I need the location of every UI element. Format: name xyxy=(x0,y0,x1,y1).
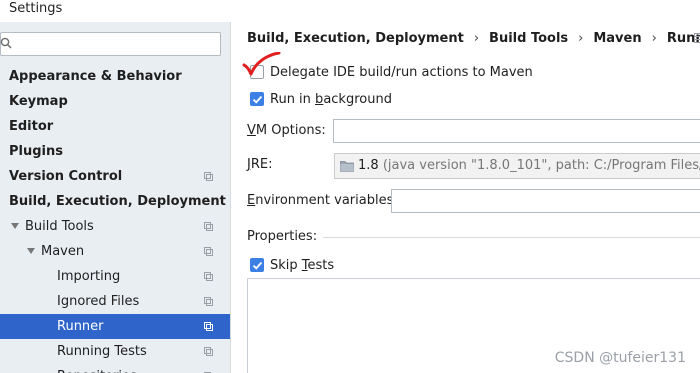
sidebar-item[interactable]: Importing xyxy=(0,264,230,289)
breadcrumb-separator-icon: › xyxy=(578,31,584,46)
settings-sidebar: Appearance & Behavior Keymap Editor Plugins… xyxy=(0,22,231,373)
sidebar-item-label: Repositories xyxy=(57,364,137,373)
skip-tests-label: Skip Tests xyxy=(270,258,335,273)
search-icon xyxy=(0,37,12,49)
sidebar-item[interactable]: Keymap xyxy=(0,89,230,114)
sidebar-item[interactable]: Runner xyxy=(0,314,230,339)
copy-icon[interactable] xyxy=(694,32,700,44)
environment-variables-input[interactable] xyxy=(391,189,700,213)
sidebar-item[interactable]: Build, Execution, Deployment xyxy=(0,189,230,214)
breadcrumb-item[interactable]: Maven xyxy=(593,31,641,46)
sidebar-item-label: Keymap xyxy=(9,94,68,109)
breadcrumb-item[interactable]: Build Tools xyxy=(489,31,568,46)
window-title: Settings xyxy=(9,1,63,16)
project-scope-icon xyxy=(204,172,213,181)
jre-select[interactable]: 1.8 (java version "1.8.0_101", path: C:/… xyxy=(334,153,700,179)
sidebar-item-label: Build, Execution, Deployment xyxy=(9,194,226,209)
sidebar-item-label: Plugins xyxy=(9,144,63,159)
vm-options-label: VM Options: xyxy=(247,123,326,138)
project-scope-icon xyxy=(204,347,213,356)
vm-options-row: VM Options: xyxy=(247,119,700,143)
jre-row: JRE: 1.8 (java version "1.8.0_101", path… xyxy=(247,153,700,179)
breadcrumb-separator-icon: › xyxy=(473,31,480,46)
red-checkmark-annotation xyxy=(242,52,281,76)
run-in-background-label: Run in background xyxy=(270,92,392,107)
sidebar-item[interactable]: Maven xyxy=(0,239,230,264)
project-scope-icon xyxy=(204,247,213,256)
sidebar-item[interactable]: Build Tools xyxy=(0,214,230,239)
project-scope-icon xyxy=(204,322,213,331)
expand-arrow-icon[interactable] xyxy=(11,223,19,229)
sidebar-item-label: Build Tools xyxy=(25,219,94,234)
sidebar-item-label: Running Tests xyxy=(57,344,147,359)
run-in-background-checkbox-box[interactable] xyxy=(250,92,264,106)
project-scope-icon xyxy=(204,222,213,231)
jre-label: JRE: xyxy=(247,157,273,172)
sidebar-item-label: Maven xyxy=(41,244,85,259)
title-bar: Settings xyxy=(0,0,700,22)
search-input[interactable] xyxy=(0,32,221,56)
environment-variables-row: Environment variables: xyxy=(247,189,700,213)
settings-tree: Appearance & Behavior Keymap Editor Plugins… xyxy=(0,64,230,373)
project-scope-icon xyxy=(204,297,213,306)
breadcrumb-separator-icon: › xyxy=(651,31,657,46)
properties-label: Properties: xyxy=(247,228,324,246)
folder-icon xyxy=(340,161,354,172)
skip-tests-checkbox-box[interactable] xyxy=(250,258,264,272)
breadcrumb: Build, Execution, Deployment › Build Tools… xyxy=(247,30,700,48)
sidebar-item[interactable]: Editor xyxy=(0,114,230,139)
vm-options-input[interactable] xyxy=(333,119,700,143)
runner-panel: Build, Execution, Deployment › Build Tools… xyxy=(231,22,700,373)
sidebar-item-label: Runner xyxy=(57,319,104,334)
sidebar-item[interactable]: Version Control xyxy=(0,164,230,189)
delegate-build-label: Delegate IDE build/run actions to Maven xyxy=(270,65,533,80)
environment-variables-label: Environment variables: xyxy=(247,193,398,208)
properties-section: Properties: xyxy=(247,228,700,246)
sidebar-item-label: Version Control xyxy=(9,169,123,184)
sidebar-item-label: Ignored Files xyxy=(57,294,140,309)
expand-arrow-icon[interactable] xyxy=(27,248,35,254)
sidebar-item[interactable]: Appearance & Behavior xyxy=(0,64,230,89)
sidebar-item[interactable]: Repositories xyxy=(0,364,230,373)
properties-divider xyxy=(315,237,700,238)
breadcrumb-item[interactable]: Build, Execution, Deployment xyxy=(247,31,464,46)
sidebar-item[interactable]: Running Tests xyxy=(0,339,230,364)
sidebar-item[interactable]: Ignored Files xyxy=(0,289,230,314)
sidebar-item-label: Appearance & Behavior xyxy=(9,69,182,84)
project-scope-icon xyxy=(204,272,213,281)
sidebar-item[interactable]: Plugins xyxy=(0,139,230,164)
sidebar-item-label: Importing xyxy=(57,269,121,284)
sidebar-item-label: Editor xyxy=(9,119,54,134)
jre-value: 1.8 (java version "1.8.0_101", path: C:/… xyxy=(358,158,700,173)
watermark: CSDN @tufeier131 xyxy=(554,350,686,366)
